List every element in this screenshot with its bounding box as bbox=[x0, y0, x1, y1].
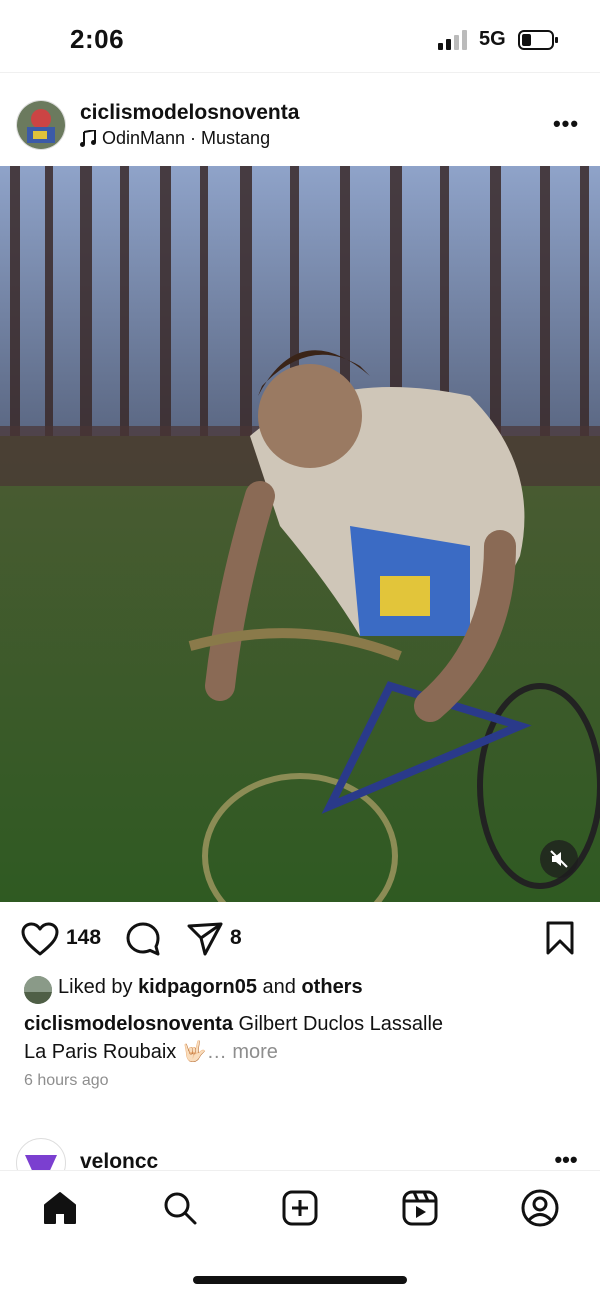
next-post-more-options[interactable]: ••• bbox=[552, 1149, 580, 1171]
comment-icon bbox=[126, 922, 160, 956]
status-time: 2:06 bbox=[70, 24, 125, 54]
post-photo[interactable] bbox=[0, 166, 600, 902]
reels-icon bbox=[402, 1190, 438, 1226]
caption-line-2: La Paris Roubaix 🤟🏻 bbox=[24, 1041, 207, 1063]
liked-by-others[interactable]: others bbox=[301, 976, 362, 998]
profile-icon bbox=[521, 1189, 559, 1227]
speaker-muted-icon bbox=[550, 850, 568, 868]
liked-by-line[interactable]: Liked by kidpagorn05 and others bbox=[58, 976, 363, 999]
caption-more-link[interactable]: … more bbox=[207, 1041, 278, 1063]
home-indicator[interactable] bbox=[193, 1276, 407, 1284]
caption-username[interactable]: ciclismodelosnoventa bbox=[24, 1013, 233, 1035]
music-label: OdinMann · Mustang bbox=[102, 128, 271, 148]
add-post-icon bbox=[282, 1190, 318, 1226]
bookmark-icon bbox=[546, 921, 574, 955]
network-label: 5G bbox=[479, 28, 506, 50]
tab-home[interactable] bbox=[38, 1186, 82, 1230]
caption-line-1: Gilbert Duclos Lassalle bbox=[232, 1013, 444, 1035]
send-icon bbox=[187, 922, 223, 956]
search-icon bbox=[164, 1192, 197, 1225]
more-options-button[interactable]: ••• bbox=[552, 112, 580, 136]
music-attribution[interactable]: OdinMann · Mustang bbox=[80, 128, 270, 149]
share-button[interactable] bbox=[186, 920, 224, 958]
signal-icon bbox=[438, 30, 467, 50]
liked-by-prefix: Liked by bbox=[58, 976, 139, 998]
post-timestamp: 6 hours ago bbox=[24, 1072, 109, 1089]
liked-by-and: and bbox=[256, 976, 302, 998]
music-note-icon bbox=[80, 129, 96, 147]
like-count[interactable]: 148 bbox=[66, 926, 101, 950]
share-count[interactable]: 8 bbox=[230, 926, 242, 950]
divider bbox=[0, 72, 600, 73]
heart-icon bbox=[21, 922, 59, 956]
tab-profile[interactable] bbox=[518, 1186, 562, 1230]
home-icon bbox=[44, 1192, 76, 1224]
comment-button[interactable] bbox=[124, 920, 162, 958]
tab-create[interactable] bbox=[278, 1186, 322, 1230]
avatar[interactable] bbox=[16, 100, 66, 150]
tab-reels[interactable] bbox=[398, 1186, 442, 1230]
post-username[interactable]: ciclismodelosnoventa bbox=[80, 101, 299, 125]
liked-by-user[interactable]: kidpagorn05 bbox=[138, 976, 257, 998]
save-button[interactable] bbox=[542, 918, 578, 958]
battery-icon bbox=[518, 30, 558, 50]
tab-search[interactable] bbox=[158, 1186, 202, 1230]
liker-avatar[interactable] bbox=[24, 976, 52, 1004]
post-caption: ciclismodelosnoventa Gilbert Duclos Lass… bbox=[24, 1010, 564, 1066]
like-button[interactable] bbox=[20, 920, 60, 958]
mute-toggle-button[interactable] bbox=[540, 840, 578, 878]
